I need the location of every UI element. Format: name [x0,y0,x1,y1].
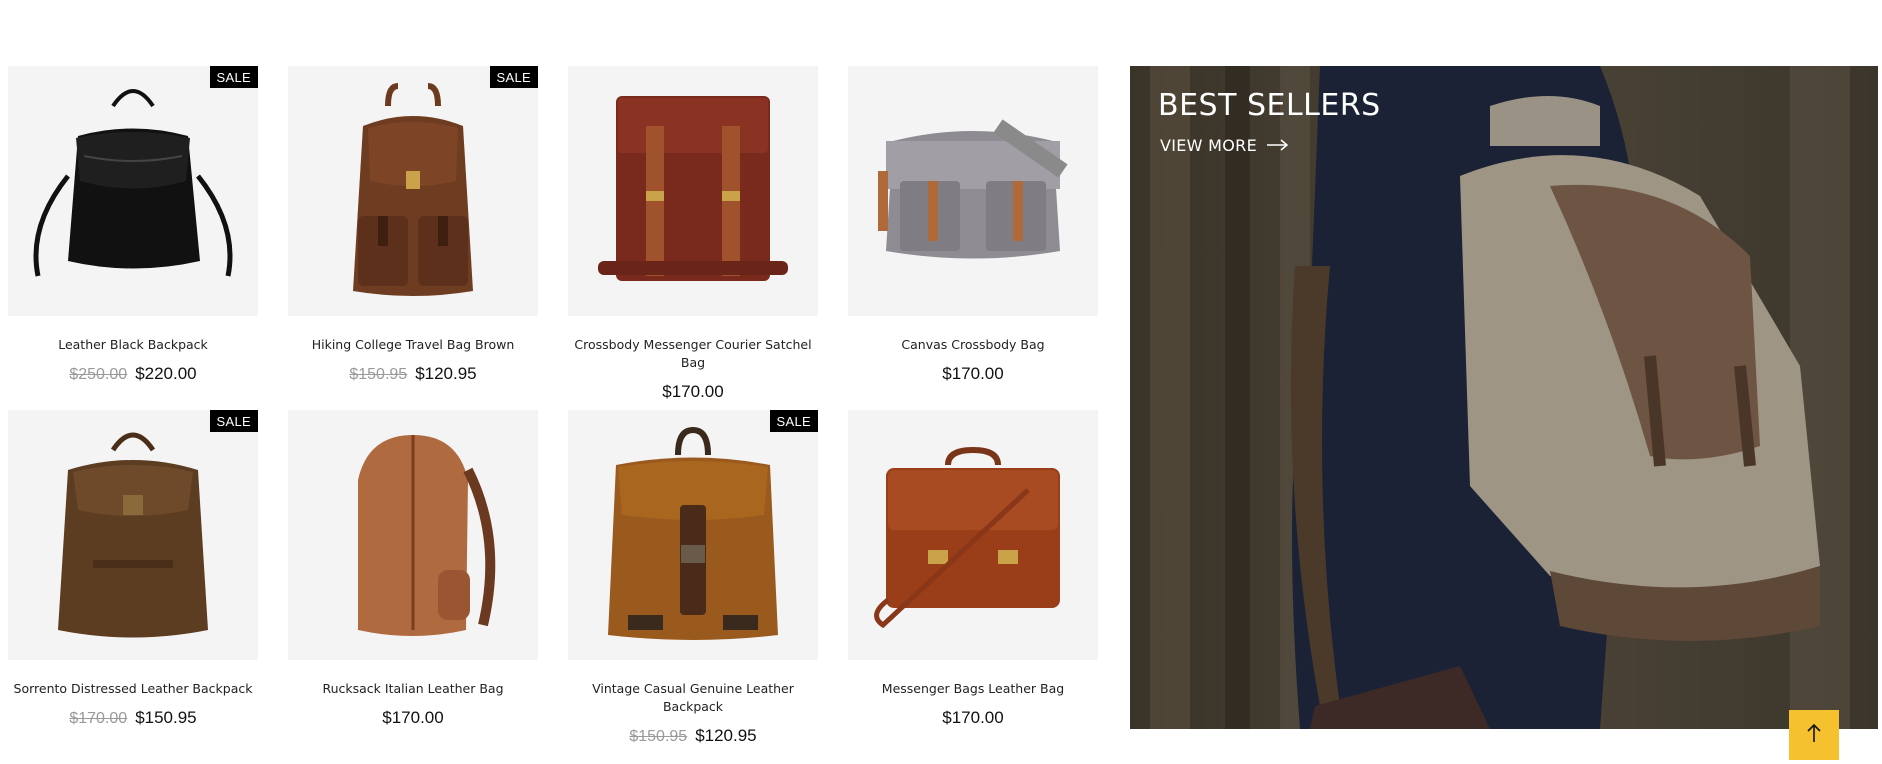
old-price: $150.95 [629,728,688,745]
current-price: $170.00 [942,364,1004,383]
product-name[interactable]: Canvas Crossbody Bag [848,336,1098,354]
satchel-bag-image [598,96,788,281]
product-image-link[interactable]: SALE [8,410,258,660]
view-more-link[interactable]: VIEW MORE [1160,136,1289,155]
scroll-to-top-button[interactable] [1789,710,1839,760]
product-name[interactable]: Rucksack Italian Leather Bag [288,680,538,698]
current-price: $170.00 [662,382,724,401]
product-card: Crossbody Messenger Courier Satchel Bag … [568,66,818,410]
product-image-link[interactable] [848,410,1098,660]
product-card: SALE Vintage Casual Genuine Leather Back… [568,410,818,750]
product-name[interactable]: Leather Black Backpack [8,336,258,354]
product-card: Rucksack Italian Leather Bag $170.00 [288,410,538,750]
arrow-right-icon [1267,136,1289,155]
product-name[interactable]: Messenger Bags Leather Bag [848,680,1098,698]
product-image-link[interactable]: SALE [8,66,258,316]
old-price: $170.00 [69,710,128,727]
black-backpack-image [33,89,233,277]
old-price: $150.95 [349,366,408,383]
sale-badge: SALE [769,410,818,432]
product-image-link[interactable]: SALE [568,410,818,660]
product-card: SALE Leather Black Backpack $250.00 $220.… [8,66,258,410]
view-more-label: VIEW MORE [1160,136,1258,155]
product-card: SALE Hiking College Travel Bag Brown $15… [288,66,538,410]
product-price: $150.95 $120.95 [568,726,818,747]
best-sellers-banner[interactable]: BEST SELLERS VIEW MORE [1130,66,1878,729]
current-price: $120.95 [695,726,757,745]
product-name[interactable]: Crossbody Messenger Courier Satchel Bag [568,336,818,372]
product-price: $170.00 $150.95 [8,708,258,729]
product-image-link[interactable] [848,66,1098,316]
product-price: $170.00 [568,382,818,402]
product-card: Messenger Bags Leather Bag $170.00 [848,410,1098,750]
product-price: $170.00 [848,364,1098,384]
canvas-messenger-bag-image [878,119,1068,259]
current-price: $170.00 [942,708,1004,727]
current-price: $120.95 [415,364,477,383]
old-price: $250.00 [69,366,128,383]
current-price: $150.95 [135,708,197,727]
sale-badge: SALE [209,66,258,88]
brown-travel-backpack-image [353,83,473,296]
tan-rucksack-image [358,435,496,636]
product-price: $170.00 [288,708,538,728]
product-name[interactable]: Hiking College Travel Bag Brown [288,336,538,354]
product-card: SALE Sorrento Distressed Leather Backpac… [8,410,258,750]
distressed-backpack-image [58,432,208,638]
product-image-link[interactable] [568,66,818,316]
product-image-link[interactable] [288,410,538,660]
arrow-up-icon [1806,723,1822,748]
current-price: $170.00 [382,708,444,727]
product-card: Canvas Crossbody Bag $170.00 [848,66,1098,410]
banner-title: BEST SELLERS [1158,88,1381,123]
banner-photo [1130,66,1878,729]
sale-badge: SALE [489,66,538,88]
product-name[interactable]: Sorrento Distressed Leather Backpack [8,680,258,698]
leather-briefcase-image [874,446,1060,629]
product-price: $170.00 [848,708,1098,728]
product-price: $150.95 $120.95 [288,364,538,385]
current-price: $220.00 [135,364,197,383]
product-grid: SALE Leather Black Backpack $250.00 $220.… [8,66,1100,750]
vintage-backpack-image [608,426,778,640]
product-price: $250.00 $220.00 [8,364,258,385]
sale-badge: SALE [209,410,258,432]
product-image-link[interactable]: SALE [288,66,538,316]
product-name[interactable]: Vintage Casual Genuine Leather Backpack [568,680,818,716]
